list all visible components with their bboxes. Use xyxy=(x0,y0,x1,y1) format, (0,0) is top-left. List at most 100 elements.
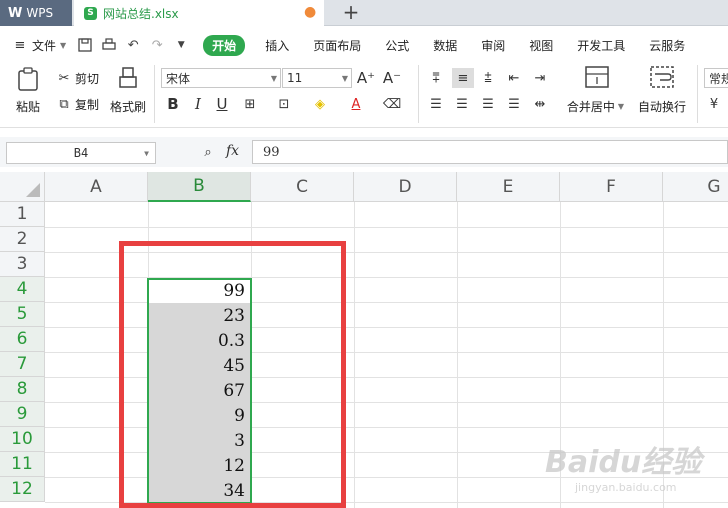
new-tab-button[interactable]: + xyxy=(340,1,362,23)
cell-b8[interactable]: 67 xyxy=(148,378,250,403)
merge-center-button[interactable]: 合并居中 ▼ xyxy=(566,66,628,122)
column-header-f[interactable]: F xyxy=(560,172,663,202)
align-top-icon[interactable]: ⩱ xyxy=(428,70,444,86)
tab-formulas[interactable]: 公式 xyxy=(385,37,409,54)
row-header-6[interactable]: 6 xyxy=(0,327,45,352)
tab-page-layout[interactable]: 页面布局 xyxy=(313,37,361,54)
column-header-c[interactable]: C xyxy=(251,172,354,202)
fx-icon[interactable]: fx xyxy=(226,143,239,159)
file-menu[interactable]: ≡ 文件 ▼ xyxy=(12,37,69,54)
cell-b12[interactable]: 34 xyxy=(148,478,250,503)
formula-bar: B4 ▼ ⌕ fx 99 xyxy=(0,137,728,167)
column-header-e[interactable]: E xyxy=(457,172,560,202)
row-header-5[interactable]: 5 xyxy=(0,302,45,327)
tab-view[interactable]: 视图 xyxy=(529,37,553,54)
tab-developer[interactable]: 开发工具 xyxy=(577,37,625,54)
cell-b6[interactable]: 0.3 xyxy=(148,328,250,353)
cell-b5[interactable]: 23 xyxy=(148,303,250,328)
eraser-icon[interactable]: ⌫ xyxy=(383,96,401,112)
align-bottom-icon[interactable]: ⩲ xyxy=(480,70,496,86)
cell-b10[interactable]: 3 xyxy=(148,428,250,453)
tab-review[interactable]: 审阅 xyxy=(481,37,505,54)
column-header-b[interactable]: B xyxy=(148,172,251,202)
grid-line xyxy=(45,252,728,253)
align-left-icon[interactable]: ☰ xyxy=(428,96,444,112)
cell-b7[interactable]: 45 xyxy=(148,353,250,378)
tab-cloud[interactable]: 云服务 xyxy=(649,37,685,54)
spreadsheet-grid[interactable]: A B C D E F G 1 2 3 4 5 6 7 8 9 10 11 12 xyxy=(0,172,728,508)
column-header-a[interactable]: A xyxy=(45,172,148,202)
bold-button[interactable]: B xyxy=(165,95,181,113)
column-header-d[interactable]: D xyxy=(354,172,457,202)
row-header-1[interactable]: 1 xyxy=(0,202,45,227)
more-chevron-icon[interactable]: ▼ xyxy=(173,37,189,53)
increase-indent-icon[interactable]: ⇥ xyxy=(532,70,548,86)
document-tab[interactable]: S 网站总结.xlsx xyxy=(74,0,324,26)
column-header-g[interactable]: G xyxy=(663,172,728,202)
format-painter-button[interactable]: 格式刷 xyxy=(108,66,148,122)
align-middle-icon[interactable]: ≡ xyxy=(452,68,474,88)
format-painter-label: 格式刷 xyxy=(109,100,146,114)
wrap-text-icon xyxy=(650,66,674,88)
merge-center-label: 合并居中 ▼ xyxy=(566,100,625,114)
decrease-indent-icon[interactable]: ⇤ xyxy=(506,70,522,86)
ribbon-divider xyxy=(697,65,698,123)
redo-icon[interactable]: ↷ xyxy=(149,37,165,53)
menu-bar: ≡ 文件 ▼ ↶ ↷ ▼ 开始 插入 页面布局 公式 数据 审阅 视图 开发工具… xyxy=(0,30,728,60)
select-all-corner[interactable] xyxy=(0,172,45,202)
grid-line xyxy=(251,202,252,508)
increase-font-icon[interactable]: A⁺ xyxy=(357,69,375,87)
fill-color-icon[interactable]: ◈ xyxy=(312,96,328,112)
font-name-value: 宋体 xyxy=(166,71,191,86)
brush-icon xyxy=(119,67,137,88)
number-format-select[interactable]: 常规 xyxy=(704,68,728,88)
decrease-font-icon[interactable]: A⁻ xyxy=(383,69,401,87)
cell-b9[interactable]: 9 xyxy=(148,403,250,428)
merge-cells-icon xyxy=(585,66,609,88)
grid-line xyxy=(663,202,664,508)
italic-button[interactable]: I xyxy=(190,95,206,113)
distribute-icon[interactable]: ⇹ xyxy=(532,96,548,112)
undo-icon[interactable]: ↶ xyxy=(125,37,141,53)
row-header-11[interactable]: 11 xyxy=(0,452,45,477)
wrap-text-button[interactable]: 自动换行 xyxy=(634,66,690,122)
copy-button[interactable]: ⧉ 复制 xyxy=(56,96,99,113)
cut-button[interactable]: ✂ 剪切 xyxy=(56,70,99,87)
tab-start[interactable]: 开始 xyxy=(203,34,246,56)
font-color-icon[interactable]: A xyxy=(348,96,364,112)
ribbon-divider xyxy=(154,65,155,123)
save-icon[interactable] xyxy=(77,37,93,53)
grid-line xyxy=(560,202,561,508)
paste-button[interactable]: 粘贴 xyxy=(10,66,46,122)
copy-label: 复制 xyxy=(75,98,100,112)
tab-data[interactable]: 数据 xyxy=(433,37,457,54)
row-header-8[interactable]: 8 xyxy=(0,377,45,402)
justify-icon[interactable]: ☰ xyxy=(506,96,522,112)
currency-icon[interactable]: ¥ xyxy=(706,96,722,112)
borders-icon[interactable]: ⊞ xyxy=(242,96,258,112)
name-box[interactable]: B4 ▼ xyxy=(6,142,156,164)
font-size-select[interactable]: 11 ▼ xyxy=(282,68,352,88)
formula-input[interactable]: 99 xyxy=(252,140,728,164)
unsaved-dot-icon[interactable]: ● xyxy=(304,5,316,19)
tab-insert[interactable]: 插入 xyxy=(265,37,289,54)
row-header-10[interactable]: 10 xyxy=(0,427,45,452)
cell-b11[interactable]: 12 xyxy=(148,453,250,478)
underline-button[interactable]: U xyxy=(214,95,230,113)
row-header-7[interactable]: 7 xyxy=(0,352,45,377)
ribbon-divider xyxy=(418,65,419,123)
wps-home-tab[interactable]: W WPS xyxy=(0,0,72,26)
grid-line xyxy=(45,227,728,228)
row-header-4[interactable]: 4 xyxy=(0,277,45,302)
zoom-search-icon[interactable]: ⌕ xyxy=(200,144,216,160)
align-center-icon[interactable]: ☰ xyxy=(454,96,470,112)
row-header-3[interactable]: 3 xyxy=(0,252,45,277)
font-name-select[interactable]: 宋体 ▼ xyxy=(161,68,281,88)
print-icon[interactable] xyxy=(101,37,117,53)
cell-b4[interactable]: 99 xyxy=(148,278,250,303)
align-right-icon[interactable]: ☰ xyxy=(480,96,496,112)
fill-format-icon[interactable]: ⊡ xyxy=(276,96,292,112)
row-header-2[interactable]: 2 xyxy=(0,227,45,252)
row-header-9[interactable]: 9 xyxy=(0,402,45,427)
row-header-12[interactable]: 12 xyxy=(0,477,45,502)
